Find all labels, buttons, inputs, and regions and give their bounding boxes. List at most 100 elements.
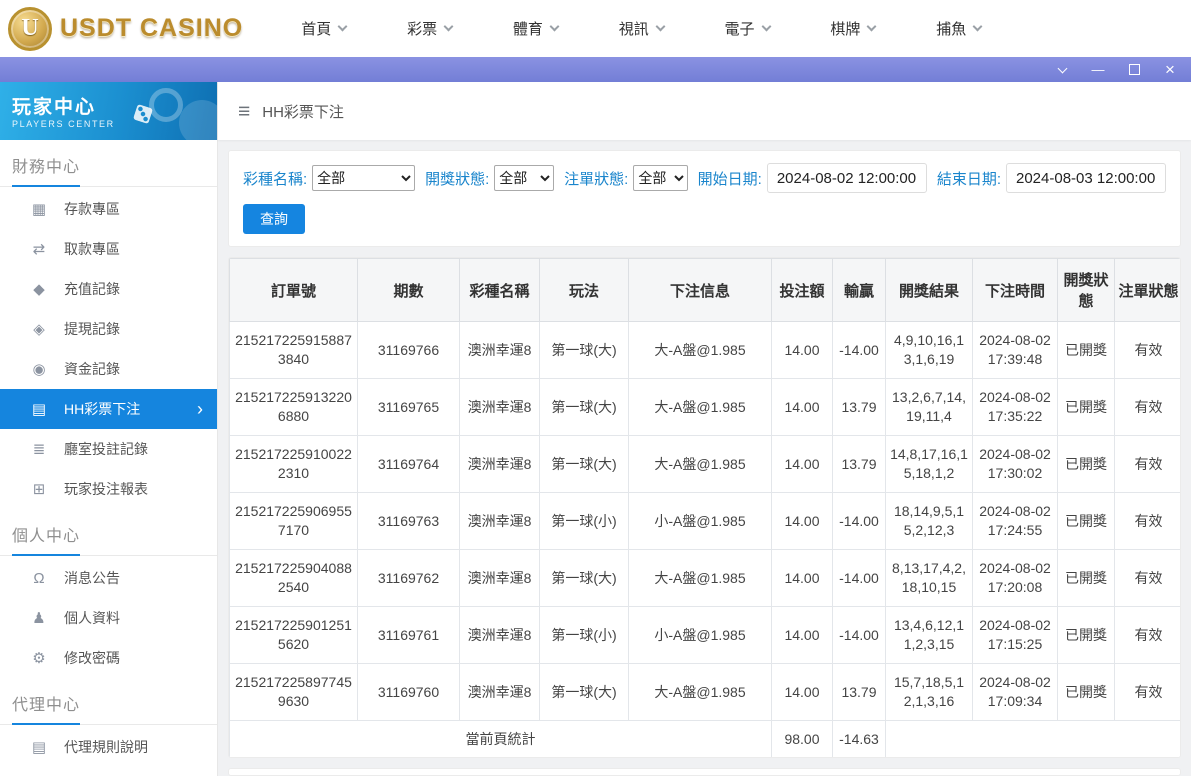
nav-item[interactable]: 視訊 xyxy=(618,18,666,39)
nav-item[interactable]: 首頁 xyxy=(301,18,348,39)
sidebar-item[interactable]: ⚙ 修改密碼 xyxy=(0,638,217,678)
table-cell: 18,14,9,5,15,2,12,3 xyxy=(885,492,973,550)
sidebar-item[interactable]: ⊞ 玩家投注報表 xyxy=(0,469,217,509)
table-cell: 31169760 xyxy=(357,663,460,721)
table-cell: 2152172259158873840 xyxy=(229,321,358,379)
minimize-icon[interactable]: — xyxy=(1091,62,1105,78)
sidebar-item-label: HH彩票下注 xyxy=(64,401,141,417)
sidebar-item[interactable]: ◈ 提現記錄 xyxy=(0,309,217,349)
start-date-label: 開始日期: xyxy=(697,170,762,188)
end-date-input[interactable] xyxy=(1006,163,1166,193)
table-cell: 第一球(小) xyxy=(539,492,629,550)
sidebar-item[interactable]: ≣ 廳室投註記錄 xyxy=(0,429,217,469)
table-cell: 大-A盤@1.985 xyxy=(628,663,772,721)
table-row: 2152172259012515620 31169761 澳洲幸運8 第一球(小) 小-… xyxy=(229,606,1180,664)
summary-row: 當前頁統計 98.00 -14.63 xyxy=(229,720,1180,758)
table-cell: 澳洲幸運8 xyxy=(459,663,540,721)
sidebar-item-label: 充值記錄 xyxy=(64,281,120,297)
sidebar-item-label: 存款專區 xyxy=(64,201,120,217)
table-cell: 已開獎 xyxy=(1057,321,1115,379)
sidebar-item[interactable]: Ω 消息公告 xyxy=(0,558,217,598)
table-cell: 第一球(小) xyxy=(539,606,629,664)
table-cell: 已開獎 xyxy=(1057,435,1115,493)
table-cell: 13.79 xyxy=(832,378,886,436)
nav-item-label: 捕魚 xyxy=(936,21,967,38)
summary-label: 當前頁統計 xyxy=(229,720,772,758)
nav-item-label: 棋牌 xyxy=(830,21,861,38)
table-cell: 小-A盤@1.985 xyxy=(628,606,772,664)
sidebar-item[interactable]: ♟ 個人資料 xyxy=(0,598,217,638)
table-cell: 2152172259100222310 xyxy=(229,435,358,493)
maximize-icon[interactable] xyxy=(1127,62,1141,78)
draw-status-filter-select[interactable]: 全部 xyxy=(494,165,555,191)
nav-item[interactable]: 捕魚 xyxy=(936,18,983,39)
page-titlebar: ≡ HH彩票下注 xyxy=(218,82,1191,140)
deposit-icon: ▦ xyxy=(31,201,47,218)
table-cell: 2024-08-02 17:20:08 xyxy=(972,549,1058,607)
lottery-filter-label: 彩種名稱: xyxy=(243,170,308,188)
table-cell: 31169764 xyxy=(357,435,460,493)
logo[interactable]: U USDT CASINO xyxy=(8,6,243,51)
summary-empty-cell xyxy=(885,720,1180,758)
order-status-filter-label: 注單狀態: xyxy=(564,170,629,188)
app-window: U USDT CASINO 首頁 彩票 體育 視訊 電子 棋牌 捕魚 — × 玩家中心 PLA… xyxy=(0,0,1191,776)
table-cell: 31169766 xyxy=(357,321,460,379)
summary-bet-total: 98.00 xyxy=(771,720,833,758)
menu-toggle-icon[interactable]: ≡ xyxy=(238,101,250,122)
table-header-cell: 注單狀態 xyxy=(1114,258,1180,322)
table-cell: 31169763 xyxy=(357,492,460,550)
sidebar-item[interactable]: ▤ 代理規則說明 xyxy=(0,727,217,767)
sidebar-item-label: 資金記錄 xyxy=(64,361,120,377)
table-cell: 14.00 xyxy=(771,492,833,550)
table-cell: 2024-08-02 17:39:48 xyxy=(972,321,1058,379)
nav-item-label: 體育 xyxy=(512,21,543,38)
table-cell: 第一球(大) xyxy=(539,378,629,436)
nav-item[interactable]: 彩票 xyxy=(407,18,454,39)
table-cell: 31169761 xyxy=(357,606,460,664)
nav-item[interactable]: 棋牌 xyxy=(830,18,877,39)
table-row: 2152172259132206880 31169765 澳洲幸運8 第一球(大) 大-… xyxy=(229,378,1180,436)
table-cell: 已開獎 xyxy=(1057,663,1115,721)
nav-item-label: 視訊 xyxy=(618,21,649,38)
table-cell: 8,13,17,4,2,18,10,15 xyxy=(885,549,973,607)
table-header-cell: 下注信息 xyxy=(628,258,772,322)
table-header-cell: 下注時間 xyxy=(972,258,1058,322)
table-header-cell: 輸贏 xyxy=(832,258,886,322)
start-date-input[interactable] xyxy=(766,163,927,193)
table-cell: 14.00 xyxy=(771,549,833,607)
sidebar-item[interactable]: ▤ HH彩票下注 › xyxy=(0,389,217,429)
table-cell: 31169762 xyxy=(357,549,460,607)
order-status-filter-select[interactable]: 全部 xyxy=(633,165,688,191)
table-cell: 13.79 xyxy=(832,435,886,493)
chevron-down-icon[interactable] xyxy=(1055,62,1069,78)
sidebar-item[interactable]: ◉ 資金記錄 xyxy=(0,349,217,389)
nav-item[interactable]: 體育 xyxy=(512,18,560,39)
table-cell: 2152172259040882540 xyxy=(229,549,358,607)
sidebar-item-label: 取款專區 xyxy=(64,241,120,257)
draw-status-filter-label: 開獎狀態: xyxy=(425,170,490,188)
table-cell: 第一球(大) xyxy=(539,321,629,379)
table-cell: 有效 xyxy=(1114,549,1180,607)
table-cell: 2152172258977459630 xyxy=(229,663,358,721)
table-cell: 大-A盤@1.985 xyxy=(628,321,772,379)
table-cell: 澳洲幸運8 xyxy=(459,378,540,436)
main-nav: 首頁 彩票 體育 視訊 電子 棋牌 捕魚 xyxy=(301,18,983,39)
sidebar-item[interactable]: ▦ 存款專區 xyxy=(0,189,217,229)
table-cell: 4,9,10,16,13,1,6,19 xyxy=(885,321,973,379)
table-row: 2152172258977459630 31169760 澳洲幸運8 第一球(大) 大-… xyxy=(229,663,1180,721)
sidebar-item-label: 提現記錄 xyxy=(64,321,120,337)
chevron-down-icon xyxy=(337,21,348,32)
sidebar-item[interactable]: ◆ 充值記錄 xyxy=(0,269,217,309)
chevron-down-icon xyxy=(549,21,560,32)
sidebar-section-title: 財務中心 xyxy=(12,153,81,187)
table-cell: 2024-08-02 17:35:22 xyxy=(972,378,1058,436)
search-button[interactable]: 查詢 xyxy=(243,204,305,234)
lottery-filter-select[interactable]: 全部 xyxy=(312,165,416,191)
nav-item[interactable]: 電子 xyxy=(725,18,772,39)
table-header-cell: 開獎狀態 xyxy=(1057,258,1115,322)
close-icon[interactable]: × xyxy=(1163,61,1177,78)
table-cell: 已開獎 xyxy=(1057,378,1115,436)
summary-winloss-total: -14.63 xyxy=(832,720,886,758)
sidebar-item[interactable]: ⇄ 取款專區 xyxy=(0,229,217,269)
table-body: 2152172259158873840 31169766 澳洲幸運8 第一球(大) 大-… xyxy=(229,321,1180,758)
